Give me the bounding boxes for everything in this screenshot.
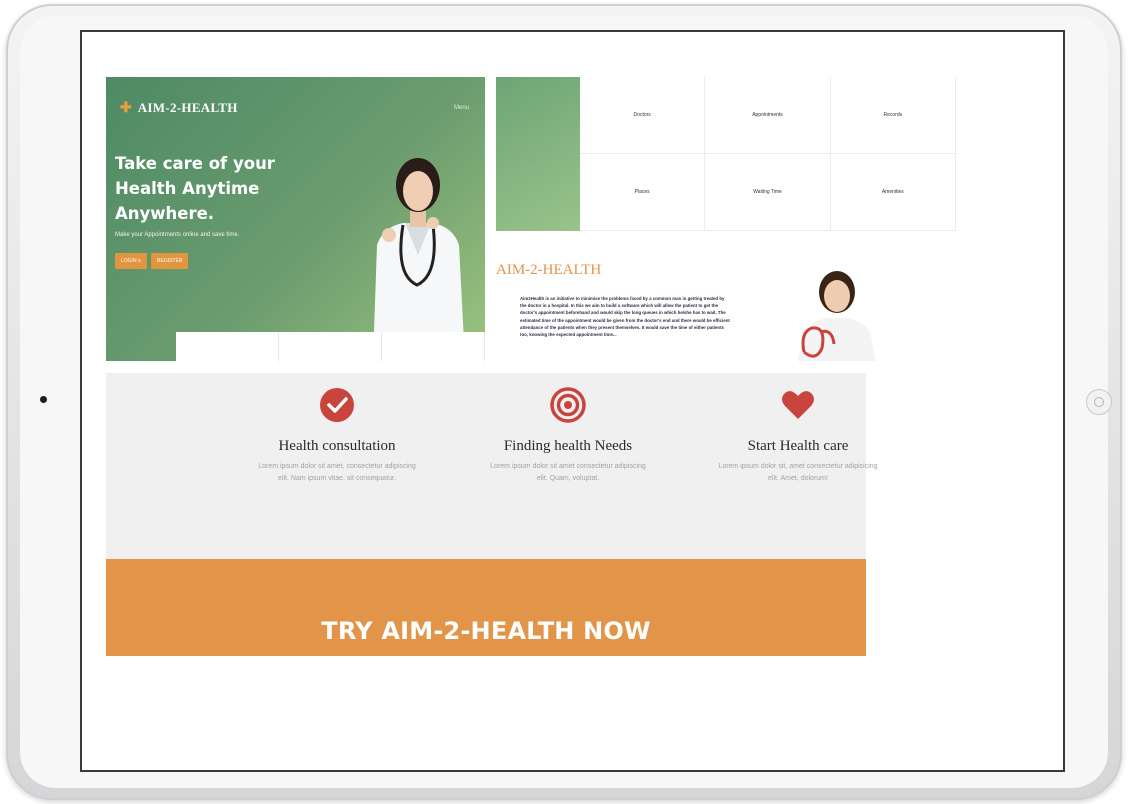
- heart-icon: [782, 391, 814, 419]
- feature-description: Lorem ipsum dolor sit, amet consectetur …: [718, 463, 878, 482]
- register-button[interactable]: REGISTER: [150, 253, 189, 269]
- grid-cell-amenities[interactable]: Amenities: [830, 154, 956, 231]
- menu-link[interactable]: Menu: [454, 105, 469, 111]
- about-title: AIM-2-HEALTH: [496, 262, 602, 278]
- feature-title: Health consultation: [278, 438, 396, 454]
- feature-card: Health consultation Lorem ipsum dolor si…: [237, 387, 437, 485]
- feature-title: Finding health Needs: [503, 438, 633, 454]
- brand-name: AIM-2-HEALTH: [137, 99, 238, 115]
- features-section: Health consultation Lorem ipsum dolor si…: [106, 373, 878, 559]
- feature-card: Finding health Needs Lorem ipsum dolor s…: [468, 387, 668, 485]
- feature-description: Lorem ipsum dolor sit amet, consectetur …: [258, 463, 416, 482]
- info-card: [176, 332, 279, 361]
- target-icon: [550, 387, 586, 423]
- feature-title: Start Health care: [747, 438, 849, 454]
- login-button[interactable]: LOGIN ≡: [115, 253, 147, 269]
- hero-section: ✚ AIM-2-HEALTH Menu Take care of your He…: [106, 77, 485, 361]
- doctor-portrait-image: [798, 271, 876, 361]
- feature-description: Lorem ipsum dolor sit amet consectetur a…: [490, 463, 646, 482]
- info-card: [382, 332, 485, 361]
- about-text: Aim2Health is an initiative to minimise …: [520, 296, 730, 338]
- services-grid: Doctors Appointments Records Places Wait…: [580, 77, 956, 231]
- home-button[interactable]: [1086, 389, 1112, 415]
- grid-cell-waiting-time[interactable]: Waiting Time: [705, 154, 831, 231]
- grid-cell-appointments[interactable]: Appointments: [705, 77, 831, 154]
- hero-subtitle: Make your Appointments online and save t…: [115, 232, 240, 238]
- medical-cross-icon: ✚: [120, 99, 132, 115]
- green-accent-panel: [496, 77, 580, 231]
- grid-cell-places[interactable]: Places: [580, 154, 706, 231]
- hero-title: Take care of your Health Anytime Anywher…: [115, 154, 275, 223]
- brand-logo[interactable]: ✚ AIM-2-HEALTH: [120, 99, 238, 116]
- feature-card: Start Health care Lorem ipsum dolor sit,…: [698, 387, 898, 485]
- camera-dot: [40, 396, 47, 403]
- hero-info-cards: [176, 332, 485, 361]
- doctor-image: [373, 158, 465, 361]
- grid-cell-doctors[interactable]: Doctors: [580, 77, 706, 154]
- check-circle-icon: [320, 388, 354, 422]
- grid-cell-records[interactable]: Records: [830, 77, 956, 154]
- info-card: [279, 332, 382, 361]
- cta-text: TRY AIM-2-HEALTH NOW: [321, 617, 651, 645]
- cta-banner[interactable]: TRY AIM-2-HEALTH NOW: [106, 559, 866, 656]
